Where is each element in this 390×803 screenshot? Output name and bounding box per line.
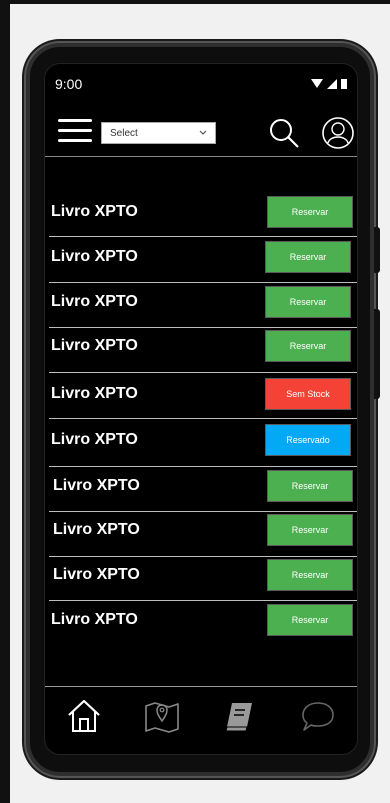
book-title: Livro XPTO: [51, 385, 138, 402]
reserved-button[interactable]: Reservado: [265, 424, 351, 456]
power-button: [374, 309, 380, 399]
chat-icon: [302, 702, 334, 731]
list-item: Livro XPTO Sem Stock: [51, 372, 357, 416]
search-icon[interactable]: [267, 116, 301, 150]
user-profile-icon[interactable]: [321, 116, 355, 150]
list-item: Livro XPTO Reservar: [51, 235, 357, 279]
book-title: Livro XPTO: [53, 521, 140, 538]
status-bar: 9:00: [45, 64, 357, 104]
wifi-icon: [311, 79, 323, 88]
phone-frame: 9:00 Select Livro XPTO Reservar Livro XP…: [26, 43, 380, 776]
reserve-button[interactable]: Reservar: [267, 514, 353, 546]
status-time: 9:00: [55, 76, 83, 92]
reserve-button[interactable]: Reservar: [267, 470, 353, 502]
nav-home[interactable]: [62, 694, 106, 738]
list-item: Livro XPTO Reservar: [51, 190, 357, 234]
phone-screen: 9:00 Select Livro XPTO Reservar Livro XP…: [44, 63, 358, 755]
volume-button: [374, 227, 380, 273]
book-title: Livro XPTO: [51, 611, 138, 628]
nav-map[interactable]: [140, 694, 184, 738]
book-title: Livro XPTO: [51, 293, 138, 310]
book-title: Livro XPTO: [53, 477, 140, 494]
bottom-navigation: [45, 686, 357, 745]
reserve-button[interactable]: Reservar: [265, 286, 351, 318]
book-title: Livro XPTO: [51, 431, 138, 448]
book-icon: [225, 703, 252, 732]
category-select[interactable]: Select: [101, 122, 216, 144]
select-value: Select: [110, 127, 138, 139]
out-of-stock-button[interactable]: Sem Stock: [265, 378, 351, 410]
list-item: Livro XPTO Reservar: [51, 508, 357, 552]
chevron-down-icon: [199, 130, 207, 135]
book-title: Livro XPTO: [53, 566, 140, 583]
list-item: Livro XPTO Reservado: [51, 418, 357, 462]
reserve-button[interactable]: Reservar: [265, 330, 351, 362]
list-item: Livro XPTO Reservar: [51, 324, 357, 368]
list-item: Livro XPTO Reservar: [51, 598, 357, 642]
nav-chat[interactable]: [296, 694, 340, 738]
list-item: Livro XPTO Reservar: [51, 464, 357, 508]
book-title: Livro XPTO: [51, 203, 138, 220]
list-item: Livro XPTO Reservar: [51, 553, 357, 597]
frame-top-edge: [0, 0, 390, 4]
top-bar: Select: [45, 112, 357, 157]
map-icon: [145, 702, 179, 733]
reserve-button[interactable]: Reservar: [265, 241, 351, 273]
home-icon: [68, 699, 100, 732]
list-item: Livro XPTO Reservar: [51, 280, 357, 324]
reserve-button[interactable]: Reservar: [267, 604, 353, 636]
book-title: Livro XPTO: [51, 248, 138, 265]
reserve-button[interactable]: Reservar: [267, 196, 353, 228]
frame-left-edge: [0, 0, 10, 803]
book-title: Livro XPTO: [51, 337, 138, 354]
battery-icon: [341, 79, 347, 89]
hamburger-menu-icon[interactable]: [58, 118, 92, 144]
signal-icon: [327, 79, 337, 89]
nav-books[interactable]: [218, 694, 262, 738]
reserve-button[interactable]: Reservar: [267, 559, 353, 591]
status-icons: [311, 79, 347, 89]
